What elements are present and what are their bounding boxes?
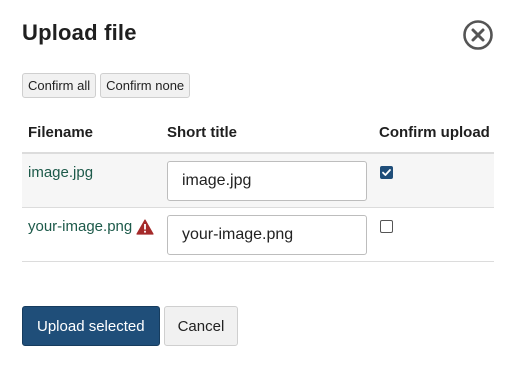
filename-text: image.jpg (28, 164, 94, 181)
upload-file-dialog: Upload file Confirm all Confirm none Fil… (0, 0, 516, 369)
short-title-input[interactable] (167, 215, 367, 255)
cancel-button[interactable]: Cancel (163, 306, 239, 346)
confirm-all-button[interactable]: Confirm all (22, 73, 97, 98)
filename-text: your-image.png (28, 218, 133, 235)
confirm-upload-checkbox[interactable] (380, 220, 393, 233)
filename-cell: your-image.png (28, 218, 154, 235)
files-table: Filename Short title Confirm upload imag… (22, 114, 494, 262)
header-short-title: Short title (167, 124, 237, 141)
table-row: your-image.png (22, 208, 494, 262)
table-row: image.jpg (22, 154, 494, 208)
confirm-upload-checkbox[interactable] (380, 166, 393, 179)
dialog-title: Upload file (22, 20, 137, 45)
warning-triangle-icon (136, 218, 154, 235)
filename-cell: image.jpg (28, 164, 93, 181)
upload-selected-button[interactable]: Upload selected (22, 306, 160, 346)
header-filename: Filename (28, 124, 94, 141)
table-header: Filename Short title Confirm upload (22, 114, 494, 154)
close-button[interactable] (462, 19, 494, 51)
checkmark-icon (382, 169, 391, 176)
close-circle-icon (463, 20, 493, 50)
dialog-footer: Upload selected Cancel (22, 306, 239, 346)
confirm-toolbar: Confirm all Confirm none (22, 73, 191, 98)
confirm-none-button[interactable]: Confirm none (100, 73, 191, 98)
short-title-input[interactable] (167, 161, 367, 201)
header-confirm-upload: Confirm upload (379, 124, 490, 141)
